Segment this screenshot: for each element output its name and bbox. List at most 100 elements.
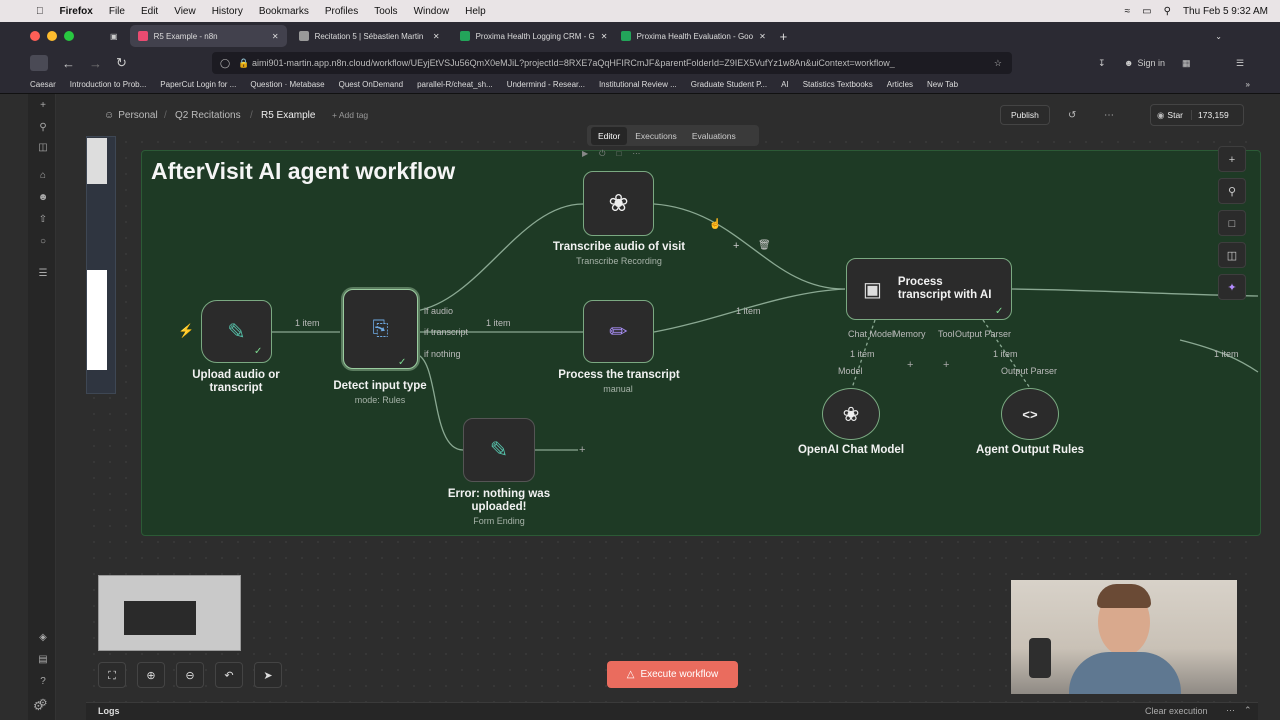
bookmark-folder-stats[interactable]: Statistics Textbooks [803, 80, 873, 89]
bookmark-folder-ai[interactable]: AI [781, 80, 789, 89]
add-tag-button[interactable]: + Add tag [332, 110, 368, 120]
sticky-add-button[interactable]: □ [1218, 210, 1246, 236]
tab-overview-icon[interactable]: ▣ [110, 32, 118, 41]
canvas-search-button[interactable]: ⚲ [1218, 178, 1246, 204]
bookmark-undermind[interactable]: Undermind - Resear... [507, 80, 585, 89]
apple-icon[interactable]:  [0, 6, 52, 17]
gear-icon[interactable]: ⚙ [33, 699, 44, 713]
insights-icon[interactable]: ▤ [37, 654, 49, 666]
edge-delete-trash-icon[interactable]: 🗑 [758, 240, 771, 251]
menu-view[interactable]: View [166, 6, 204, 17]
trash-icon[interactable]: □ [616, 149, 621, 159]
menu-help[interactable]: Help [457, 6, 494, 17]
help-icon[interactable]: ? [37, 676, 49, 688]
panel-toggle-button[interactable]: ◫ [1218, 242, 1246, 268]
bookmark-caesar[interactable]: Caesar [30, 80, 56, 89]
menu-icon[interactable]: ☰ [1236, 58, 1244, 69]
tab-r5-example[interactable]: R5 Example - n8n ✕ [129, 25, 287, 47]
menu-bookmarks[interactable]: Bookmarks [251, 6, 317, 17]
bookmark-intro-prob[interactable]: Introduction to Prob... [70, 80, 147, 89]
bookmark-star-icon[interactable]: ☆ [994, 58, 1002, 69]
node-agent[interactable]: ▣ Process transcript with AI [846, 258, 1012, 320]
search-icon[interactable]: ⚲ [1164, 6, 1171, 17]
breadcrumb-personal[interactable]: ☺ Personal [104, 110, 158, 121]
node-detect[interactable]: ⎘ [343, 289, 418, 369]
reload-icon[interactable]: ↻ [116, 55, 127, 71]
close-icon[interactable]: ✕ [759, 32, 766, 41]
undo-button[interactable]: ↶ [215, 662, 243, 688]
execute-workflow-button[interactable]: △ Execute workflow [607, 661, 738, 688]
sidebar-toggle-icon[interactable] [30, 55, 48, 71]
bookmark-folder-articles[interactable]: Articles [887, 80, 913, 89]
download-icon[interactable]: ↧ [1098, 58, 1106, 69]
battery-icon[interactable]: ▭ [1142, 6, 1151, 17]
search-icon[interactable]: ⚲ [37, 122, 49, 134]
traffic-maximize[interactable] [64, 31, 74, 41]
close-icon[interactable]: ✕ [601, 32, 608, 41]
edge-add-plus-icon[interactable]: + [733, 240, 739, 252]
workflow-name[interactable]: R5 Example [261, 110, 315, 121]
tab-recitation[interactable]: Recitation 5 | Sébastien Martin ✕ [291, 25, 448, 47]
menu-edit[interactable]: Edit [133, 6, 166, 17]
menu-app-name[interactable]: Firefox [52, 6, 101, 17]
traffic-close[interactable] [30, 31, 40, 41]
shield-icon[interactable]: ◯ [220, 58, 230, 69]
user-icon[interactable]: ☻ [37, 192, 49, 204]
power-icon[interactable]: ⏻ [599, 149, 605, 159]
home-icon[interactable]: ⌂ [37, 170, 49, 182]
chat-icon[interactable]: ○ [37, 236, 49, 248]
minimap[interactable] [98, 575, 241, 651]
bookmark-parallel[interactable]: parallel-R/cheat_sh... [417, 80, 493, 89]
forward-icon[interactable]: → [89, 56, 102, 71]
more-icon[interactable]: ⋯ [632, 149, 640, 159]
history-icon[interactable]: ↺ [1068, 110, 1076, 121]
more-icon[interactable]: ⋯ [1226, 705, 1235, 716]
sticky-title[interactable]: AfterVisit AI agent workflow [151, 158, 455, 185]
add-tool-plus-icon[interactable]: + [943, 359, 949, 371]
node-process-manual[interactable]: ✏ [583, 300, 654, 363]
zoom-in-button[interactable]: ⊕ [137, 662, 165, 688]
sticky-note[interactable] [141, 150, 1261, 536]
url-bar[interactable]: ◯ 🔒 aimi901-martin.app.n8n.cloud/workflo… [212, 52, 1012, 74]
menu-tools[interactable]: Tools [366, 6, 405, 17]
tab-list-chevron-icon[interactable]: ⌄ [1215, 32, 1222, 41]
logs-label[interactable]: Logs [98, 706, 120, 716]
extensions-icon[interactable]: ▦ [1182, 58, 1191, 69]
add-node-button[interactable]: + [1218, 146, 1246, 172]
zoom-out-button[interactable]: ⊖ [176, 662, 204, 688]
more-options-icon[interactable]: ⋯ [1104, 110, 1114, 121]
new-tab-button[interactable]: + [780, 29, 788, 44]
url-text[interactable]: aimi901-martin.app.n8n.cloud/workflow/UE… [252, 58, 972, 68]
node-transcribe[interactable]: ❀ [583, 171, 654, 236]
add-node-plus-icon[interactable]: + [579, 444, 585, 456]
ai-assistant-button[interactable]: ✦ [1218, 274, 1246, 300]
bookmark-new-tab[interactable]: New Tab [927, 80, 958, 89]
github-star-button[interactable]: ◉ Star 173,159 [1150, 104, 1244, 126]
menu-history[interactable]: History [204, 6, 251, 17]
close-icon[interactable]: ✕ [433, 32, 440, 41]
node-output-parser[interactable]: <> [1001, 388, 1059, 440]
tab-crm[interactable]: Proxima Health Logging CRM - G ✕ [452, 25, 609, 47]
signin-button[interactable]: ☻ Sign in [1124, 58, 1165, 68]
traffic-minimize[interactable] [47, 31, 57, 41]
play-icon[interactable]: ▶ [582, 149, 588, 159]
bookmark-quest[interactable]: Quest OnDemand [339, 80, 403, 89]
menu-file[interactable]: File [101, 6, 133, 17]
menubar-clock[interactable]: Thu Feb 5 9:32 AM [1183, 6, 1268, 17]
wifi-icon[interactable]: ≈ [1125, 6, 1131, 17]
collapse-icon[interactable]: ◫ [37, 142, 49, 154]
close-icon[interactable]: ✕ [272, 32, 279, 41]
bookmark-metabase[interactable]: Question · Metabase [250, 80, 324, 89]
menu-profiles[interactable]: Profiles [317, 6, 366, 17]
tab-editor[interactable]: Editor [591, 126, 628, 145]
share-icon[interactable]: ⇧ [37, 214, 49, 226]
logs-bar[interactable]: Logs Clear execution ⋯ ⌃ [86, 702, 1258, 720]
menu-window[interactable]: Window [406, 6, 458, 17]
add-memory-plus-icon[interactable]: + [907, 359, 913, 371]
node-openai-model[interactable]: ❀ [822, 388, 880, 440]
bookmark-grad-student[interactable]: Graduate Student P... [691, 80, 767, 89]
templates-icon[interactable]: ◈ [37, 632, 49, 644]
expand-chevron-icon[interactable]: ⌃ [1244, 705, 1252, 716]
fit-view-button[interactable]: ⛶ [98, 662, 126, 688]
select-mode-button[interactable]: ➤ [254, 662, 282, 688]
